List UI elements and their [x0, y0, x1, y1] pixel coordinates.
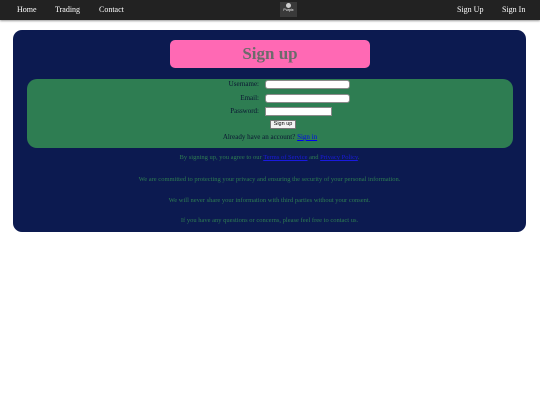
signup-title-banner: Sign up [170, 40, 370, 68]
email-input[interactable] [265, 94, 350, 103]
terms-notice: By signing up, you agree to our Terms of… [13, 154, 526, 161]
sign-in-link[interactable]: Sign in [297, 133, 317, 141]
email-label: Email: [240, 94, 259, 102]
site-logo[interactable]: Purpix [280, 2, 297, 17]
nav-trading-link[interactable]: Trading [55, 0, 80, 20]
signup-form: Username: Email: Password: Sign up Alrea… [27, 79, 513, 148]
terms-of-service-link[interactable]: Terms of Service [263, 154, 307, 161]
privacy-policy-link[interactable]: Privacy Policy [320, 154, 358, 161]
signup-card: Sign up Username: Email: Password: Sign … [13, 30, 526, 232]
page-title: Sign up [242, 44, 298, 63]
top-navigation-bar: Home Trading Contact Purpix Sign Up Sign… [0, 0, 540, 20]
terms-and-text: and [309, 154, 319, 161]
nav-sign-up-link[interactable]: Sign Up [457, 0, 483, 20]
terms-prefix-text: By signing up, you agree to our [179, 154, 262, 161]
already-have-account: Already have an account? Sign in [27, 133, 513, 141]
username-input[interactable] [265, 80, 350, 89]
contact-questions-text: If you have any questions or concerns, p… [180, 217, 359, 224]
terms-suffix-text: . [357, 154, 360, 161]
nav-home-link[interactable]: Home [17, 0, 37, 20]
username-label: Username: [228, 80, 259, 88]
never-share-text: We will never share your information wit… [168, 197, 371, 204]
nav-sign-in-link[interactable]: Sign In [502, 0, 525, 20]
password-input[interactable] [265, 107, 332, 116]
privacy-commitment-text: We are committed to protecting your priv… [138, 176, 401, 183]
already-have-account-text: Already have an account? [222, 133, 296, 141]
logo-text: Purpix [283, 8, 294, 12]
password-label: Password: [230, 107, 259, 115]
sign-up-submit-button[interactable]: Sign up [270, 120, 296, 129]
nav-contact-link[interactable]: Contact [99, 0, 124, 20]
